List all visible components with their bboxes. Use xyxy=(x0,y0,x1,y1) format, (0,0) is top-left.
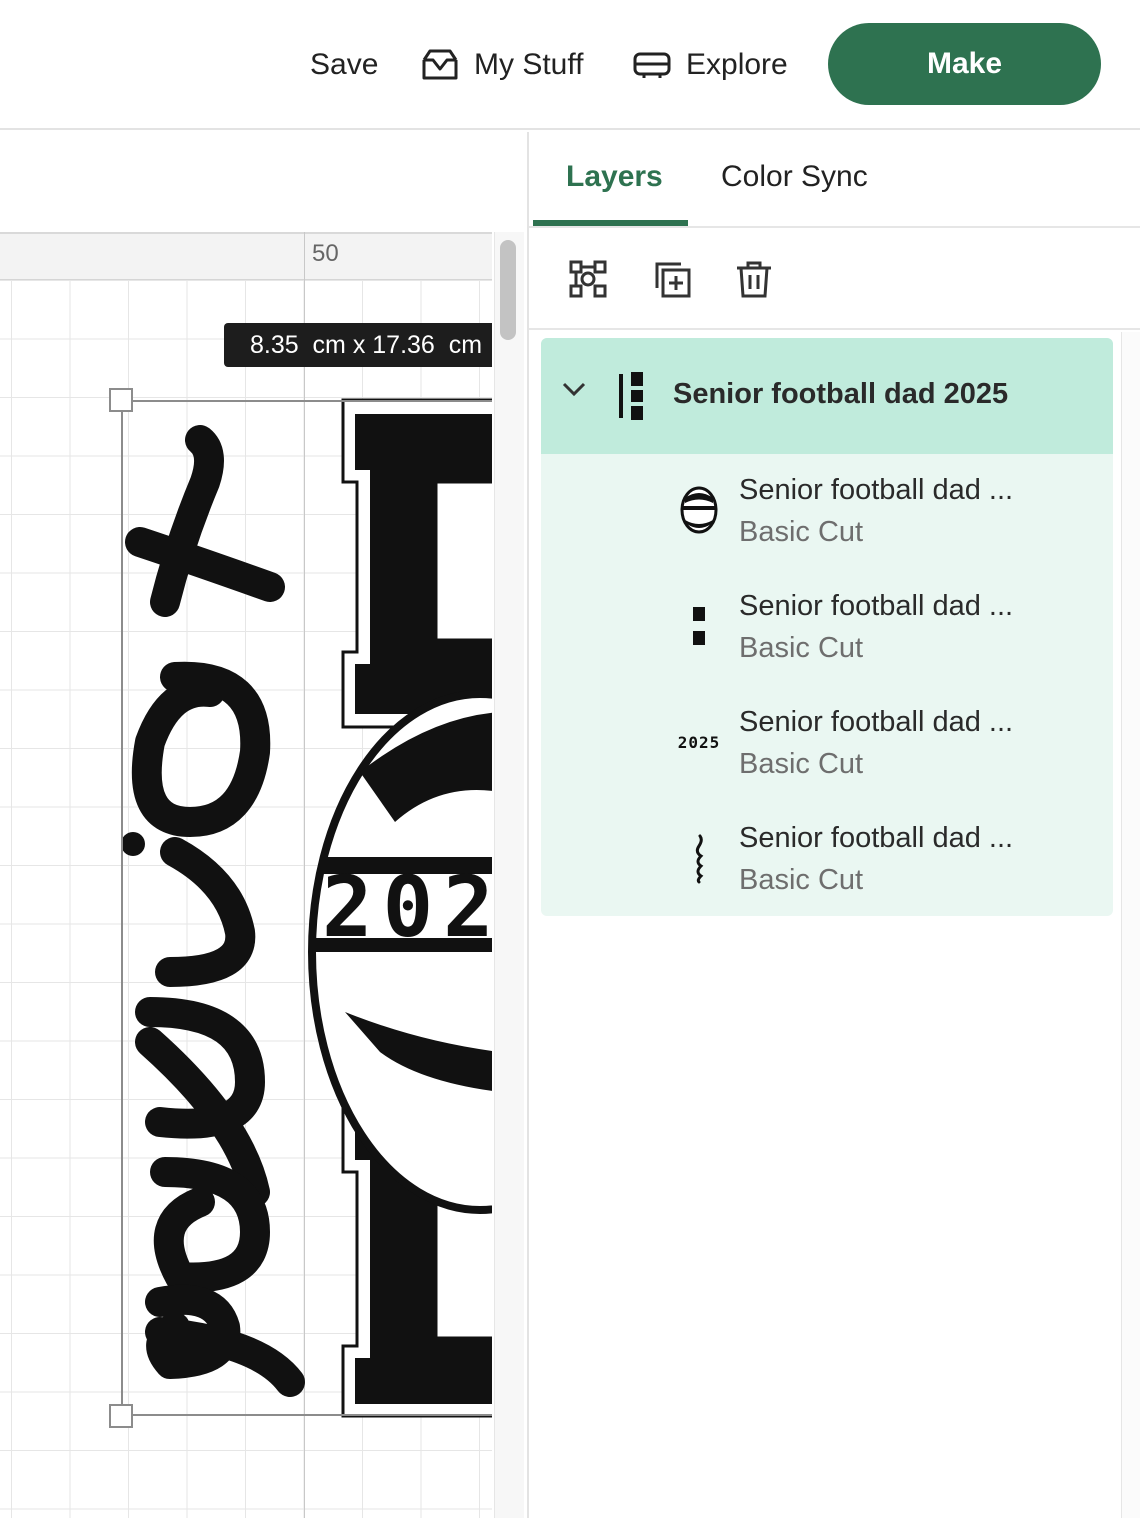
layer-type: Basic Cut xyxy=(739,632,864,664)
explore-button[interactable]: Explore xyxy=(632,42,788,88)
chevron-down-icon[interactable] xyxy=(561,380,587,398)
design-canvas[interactable]: 50 202 8.35 cm x 17.36 cm xyxy=(0,132,526,1518)
layer-row[interactable]: 2025 Senior football dad ... Basic Cut xyxy=(541,686,1113,802)
canvas-scrollbar[interactable] xyxy=(494,232,524,1518)
selection-box[interactable] xyxy=(121,400,492,1416)
my-stuff-button[interactable]: My Stuff xyxy=(420,42,583,88)
save-label: Save xyxy=(310,48,379,81)
tab-color-sync[interactable]: Color Sync xyxy=(721,160,868,194)
group-button[interactable] xyxy=(565,256,611,302)
delete-button[interactable] xyxy=(731,256,777,302)
layer-group-title: Senior football dad 2025 xyxy=(673,378,1009,410)
layer-row[interactable]: Senior football dad ... Basic Cut xyxy=(541,454,1113,570)
layer-type: Basic Cut xyxy=(739,516,864,548)
make-button[interactable]: Make xyxy=(828,23,1101,105)
year-thumb-text: 2025 xyxy=(677,732,721,752)
dimension-badge: 8.35 cm x 17.36 cm xyxy=(224,323,492,367)
my-stuff-label: My Stuff xyxy=(474,48,584,81)
save-button[interactable]: Save xyxy=(310,42,378,88)
layer-row[interactable]: Senior football dad ... Basic Cut xyxy=(541,570,1113,686)
layer-name: Senior football dad ... xyxy=(739,590,1014,622)
layer-type: Basic Cut xyxy=(739,864,864,896)
top-bar: Save My Stuff Explore Make xyxy=(0,0,1140,130)
tab-layers[interactable]: Layers xyxy=(566,160,663,194)
panel-scrollbar[interactable] xyxy=(1121,332,1140,1518)
football-thumb-icon xyxy=(669,480,729,540)
layer-row[interactable]: Senior football dad ... Basic Cut xyxy=(541,802,1113,916)
layer-type: Basic Cut xyxy=(739,748,864,780)
explore-icon xyxy=(633,52,671,78)
duplicate-icon xyxy=(655,262,691,298)
panel-tabs: Layers Color Sync xyxy=(529,132,1140,228)
resize-handle-bottom-left[interactable] xyxy=(109,1404,133,1428)
make-label: Make xyxy=(926,47,1003,80)
inbox-icon xyxy=(422,49,458,80)
group-icon xyxy=(569,260,607,298)
active-tab-indicator xyxy=(533,220,688,226)
duplicate-button[interactable] xyxy=(649,256,695,302)
delete-icon xyxy=(737,261,771,298)
resize-handle-top-left[interactable] xyxy=(109,388,133,412)
year-thumb: 2025 xyxy=(669,712,729,772)
script-thumb-icon xyxy=(669,828,729,888)
layer-name: Senior football dad ... xyxy=(739,822,1014,854)
canvas-scrollbar-thumb[interactable] xyxy=(500,240,516,340)
explore-label: Explore xyxy=(686,48,788,81)
group-thumbnail-icon xyxy=(619,372,643,420)
layer-group-row[interactable]: Senior football dad 2025 xyxy=(541,338,1113,454)
layers-panel: Layers Color Sync Senior football dad 20… xyxy=(527,132,1140,1518)
letters-thumb-icon xyxy=(669,596,729,656)
layer-name: Senior football dad ... xyxy=(739,474,1014,506)
layer-name: Senior football dad ... xyxy=(739,706,1014,738)
layers-toolbar xyxy=(529,230,1140,330)
layers-list: Senior football dad 2025 Senior football… xyxy=(541,338,1113,916)
